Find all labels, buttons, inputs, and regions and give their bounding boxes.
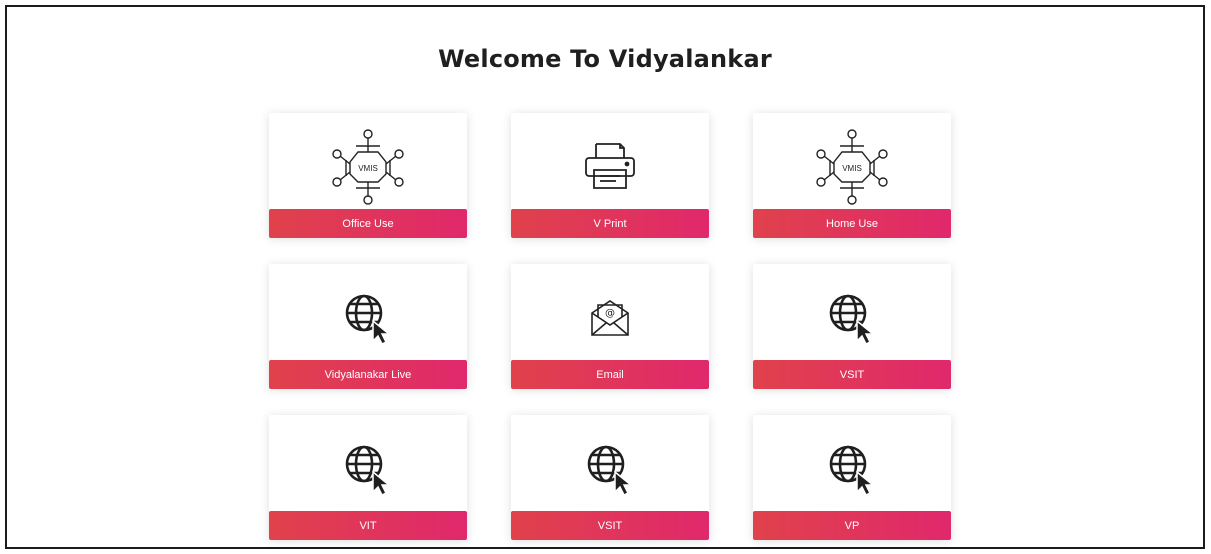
card-label: Vidyalanakar Live (269, 360, 467, 389)
globe-cursor-icon (511, 427, 709, 509)
globe-cursor-icon (269, 276, 467, 358)
page-title: Welcome To Vidyalankar (438, 45, 772, 73)
svg-text:VMIS: VMIS (842, 164, 862, 173)
globe-cursor-icon (269, 427, 467, 509)
card-label: VSIT (753, 360, 951, 389)
card-office-use[interactable]: VMIS Office Use (269, 113, 467, 238)
card-vp[interactable]: VP (753, 415, 951, 540)
card-v-print[interactable]: V Print (511, 113, 709, 238)
card-label: Office Use (269, 209, 467, 238)
card-label: Email (511, 360, 709, 389)
printer-icon (511, 125, 709, 207)
card-vidyalanakar-live[interactable]: Vidyalanakar Live (269, 264, 467, 389)
card-home-use[interactable]: VMIS Home Use (753, 113, 951, 238)
vmis-network-icon: VMIS (753, 125, 951, 207)
globe-cursor-icon (753, 427, 951, 509)
vmis-network-icon: VMIS (269, 125, 467, 207)
app-grid: VMIS Office Use V Print VMIS Home Use Vi… (269, 113, 953, 540)
card-label: V Print (511, 209, 709, 238)
card-label: VSIT (511, 511, 709, 540)
email-envelope-icon: @ (511, 276, 709, 358)
svg-text:@: @ (605, 308, 615, 319)
card-vsit[interactable]: VSIT (753, 264, 951, 389)
card-label: VIT (269, 511, 467, 540)
card-label: VP (753, 511, 951, 540)
card-email[interactable]: @ Email (511, 264, 709, 389)
card-vsit-2[interactable]: VSIT (511, 415, 709, 540)
card-label: Home Use (753, 209, 951, 238)
globe-cursor-icon (753, 276, 951, 358)
card-vit[interactable]: VIT (269, 415, 467, 540)
page-frame: Welcome To Vidyalankar VMIS Office Use V… (5, 5, 1205, 549)
svg-text:VMIS: VMIS (358, 164, 378, 173)
